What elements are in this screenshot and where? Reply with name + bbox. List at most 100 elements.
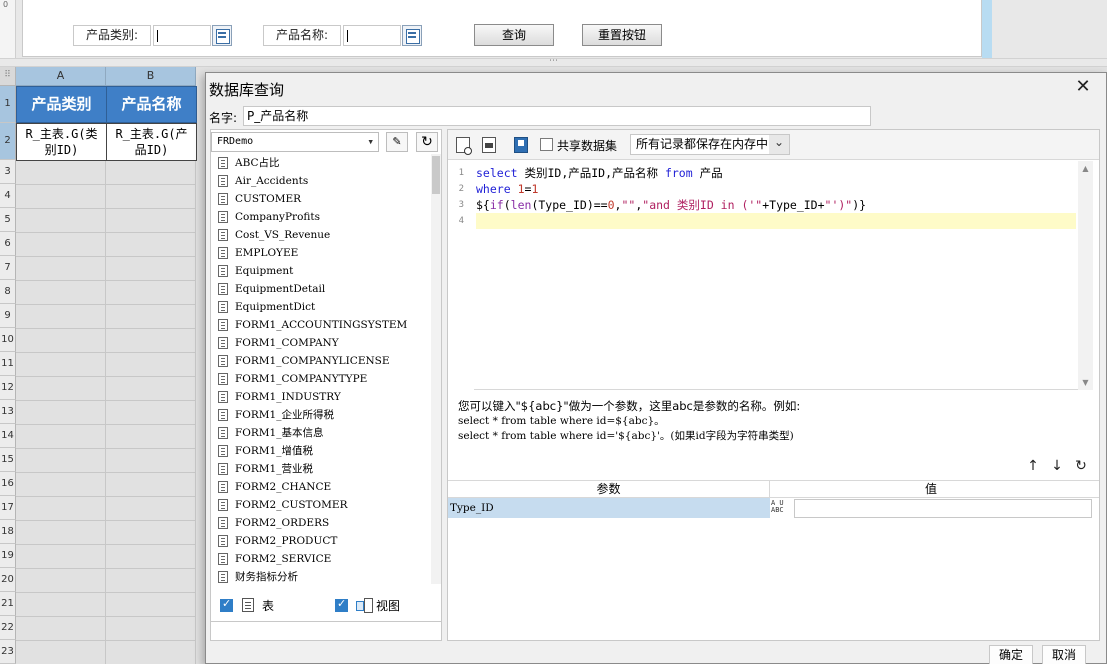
list-item[interactable]: 财务指标分析 (213, 568, 437, 584)
sql-editor[interactable]: 1 2 3 4 select 类别ID,产品ID,产品名称 from 产品 wh… (448, 161, 1093, 390)
row-number[interactable]: 8 (0, 280, 16, 304)
row-number[interactable]: 12 (0, 376, 16, 400)
list-item[interactable]: Equipment (213, 262, 437, 280)
row-number[interactable]: 16 (0, 472, 16, 496)
grid-column-a[interactable] (16, 161, 106, 664)
list-item[interactable]: FORM2_PRODUCT (213, 532, 437, 550)
row-number[interactable]: 1 (0, 86, 16, 123)
column-header-a[interactable]: A (16, 67, 106, 86)
refresh-params-icon[interactable]: ↻ (1073, 457, 1089, 475)
list-item[interactable]: EquipmentDetail (213, 280, 437, 298)
memory-mode-select[interactable]: 所有记录都保存在内存中 (630, 134, 790, 155)
data-cell-category[interactable]: R_主表.G(类 别ID) (16, 123, 107, 161)
editor-scrollbar[interactable]: ▲ ▼ (1078, 161, 1093, 390)
datasource-panel: FRDemo ✎ ↻ ABC占比 Air_Accidents CUSTOMER Com… (210, 129, 442, 641)
scrollbar-thumb[interactable] (432, 156, 440, 194)
table-icon (218, 499, 228, 511)
list-item[interactable]: EquipmentDict (213, 298, 437, 316)
refresh-icon[interactable]: ↻ (416, 132, 438, 152)
header-cell-category[interactable]: 产品类别 (16, 86, 107, 123)
list-item[interactable]: Air_Accidents (213, 172, 437, 190)
list-item[interactable]: ABC占比 (213, 154, 437, 172)
row-number[interactable]: 14 (0, 424, 16, 448)
row-number[interactable]: 15 (0, 448, 16, 472)
param-value-input[interactable] (794, 499, 1092, 518)
scroll-down-icon[interactable]: ▼ (1080, 377, 1091, 388)
row-number[interactable]: 4 (0, 184, 16, 208)
row-number[interactable]: 9 (0, 304, 16, 328)
list-item[interactable]: FORM2_SERVICE (213, 550, 437, 568)
close-icon[interactable]: ✕ (1074, 78, 1092, 97)
row-number[interactable]: 11 (0, 352, 16, 376)
list-item[interactable]: CUSTOMER (213, 190, 437, 208)
list-item[interactable]: FORM1_基本信息 (213, 424, 437, 442)
row-number[interactable]: 22 (0, 616, 16, 640)
list-item[interactable]: Cost_VS_Revenue (213, 226, 437, 244)
list-item[interactable]: FORM2_CHANCE (213, 478, 437, 496)
category-param-input[interactable] (153, 25, 211, 46)
table-row[interactable]: Type_ID A U ABC (448, 498, 1099, 518)
list-item[interactable]: FORM1_营业税 (213, 460, 437, 478)
list-item[interactable]: FORM1_COMPANYTYPE (213, 370, 437, 388)
column-header-b[interactable]: B (106, 67, 196, 86)
table-name: FORM1_基本信息 (235, 427, 324, 439)
move-down-icon[interactable]: ↓ (1049, 457, 1065, 475)
preview-icon[interactable] (456, 137, 472, 155)
list-item[interactable]: CompanyProfits (213, 208, 437, 226)
show-tables-checkbox[interactable] (220, 597, 233, 612)
param-name-cell[interactable]: Type_ID (448, 498, 770, 518)
pane-splitter[interactable]: ⋯ (0, 57, 1107, 67)
list-item[interactable]: FORM2_ORDERS (213, 514, 437, 532)
row-number[interactable]: 13 (0, 400, 16, 424)
row-number[interactable]: 18 (0, 520, 16, 544)
name-picker-icon[interactable] (402, 25, 422, 46)
show-views-checkbox[interactable] (335, 597, 348, 612)
row-number[interactable]: 17 (0, 496, 16, 520)
row-number[interactable]: 3 (0, 160, 16, 184)
table-name: Equipment (235, 265, 294, 277)
category-picker-icon[interactable] (212, 25, 232, 46)
list-item[interactable]: FORM1_ACCOUNTINGSYSTEM (213, 316, 437, 334)
row-number[interactable]: 10 (0, 328, 16, 352)
row-number[interactable]: 7 (0, 256, 16, 280)
table-list-scrollbar[interactable] (431, 154, 441, 584)
reset-button[interactable]: 重置按钮 (582, 24, 662, 46)
list-item[interactable]: FORM1_INDUSTRY (213, 388, 437, 406)
stored-procedure-icon[interactable] (514, 137, 528, 153)
row-number[interactable]: 5 (0, 208, 16, 232)
sheet-corner[interactable]: ⠿ (0, 67, 16, 86)
row-number[interactable]: 23 (0, 640, 16, 664)
list-item[interactable]: FORM1_COMPANY (213, 334, 437, 352)
list-item[interactable]: FORM1_COMPANYLICENSE (213, 352, 437, 370)
table-icon (218, 571, 228, 583)
list-item[interactable]: FORM1_企业所得税 (213, 406, 437, 424)
scroll-up-icon[interactable]: ▲ (1080, 163, 1091, 174)
cancel-button[interactable]: 取消 (1042, 645, 1086, 664)
list-item[interactable]: FORM2_CUSTOMER (213, 496, 437, 514)
data-cell-product[interactable]: R_主表.G(产 品ID) (106, 123, 197, 161)
edit-datasource-icon[interactable]: ✎ (386, 132, 408, 152)
table-icon (218, 211, 228, 223)
name-param-input[interactable] (343, 25, 401, 46)
view-icon (356, 598, 373, 613)
row-number[interactable]: 2 (0, 123, 16, 160)
list-item[interactable]: EMPLOYEE (213, 244, 437, 262)
string-type-icon[interactable]: A U ABC (771, 500, 793, 516)
list-item[interactable]: FORM1_增值税 (213, 442, 437, 460)
datasource-select[interactable]: FRDemo (211, 132, 379, 152)
format-sql-icon[interactable] (482, 137, 496, 153)
grid-column-b[interactable] (106, 161, 196, 664)
row-number[interactable]: 6 (0, 232, 16, 256)
share-dataset-checkbox[interactable] (540, 138, 553, 151)
sql-line-2: where 1=1 (476, 182, 539, 196)
dataset-name-input[interactable]: P_产品名称 (243, 106, 871, 126)
row-number[interactable]: 20 (0, 568, 16, 592)
header-cell-product-name[interactable]: 产品名称 (106, 86, 197, 123)
sql-code[interactable]: select 类别ID,产品ID,产品名称 from 产品 where 1=1 … (476, 165, 1076, 229)
query-button[interactable]: 查询 (474, 24, 554, 46)
row-number[interactable]: 19 (0, 544, 16, 568)
table-search-input[interactable] (210, 621, 442, 641)
move-up-icon[interactable]: ↑ (1025, 457, 1041, 475)
ok-button[interactable]: 确定 (989, 645, 1033, 664)
row-number[interactable]: 21 (0, 592, 16, 616)
